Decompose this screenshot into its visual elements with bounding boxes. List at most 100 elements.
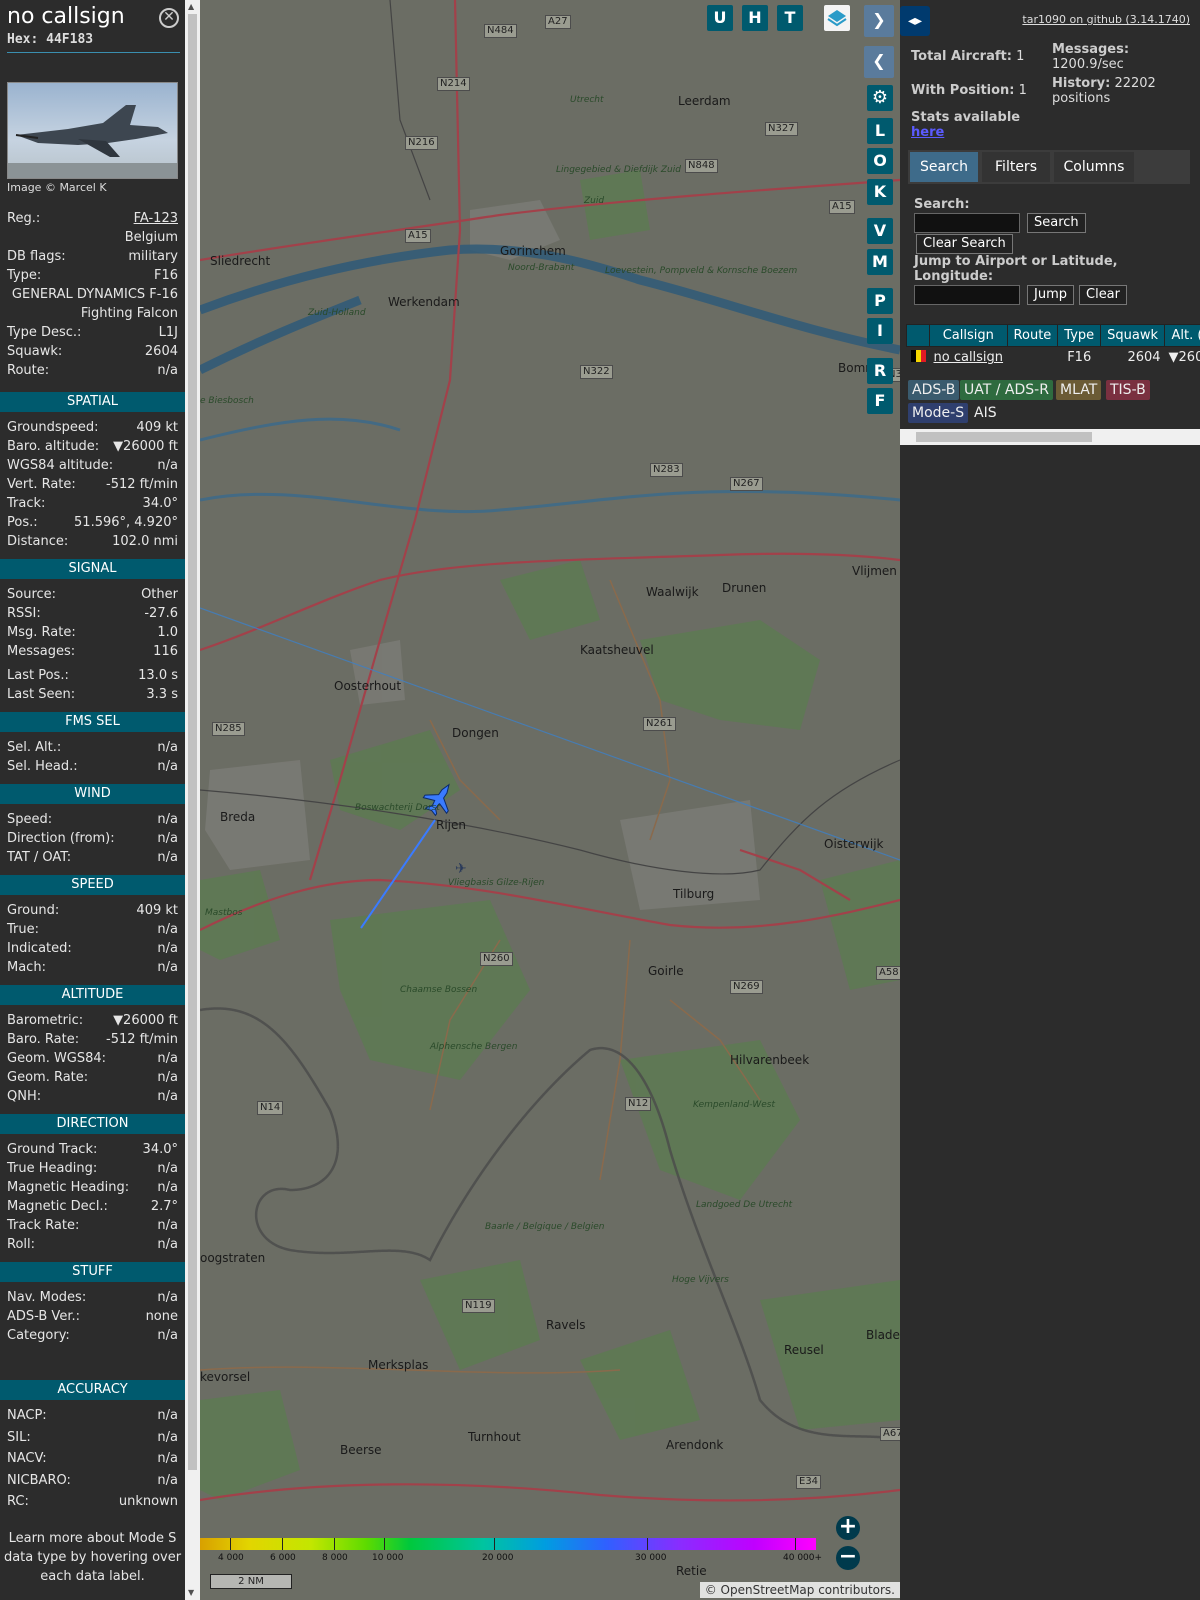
place-label: Drunen (722, 581, 767, 595)
column-type[interactable]: Type (1057, 324, 1102, 347)
source-chip[interactable]: ADS-B (908, 380, 960, 400)
info-label[interactable]: Roll: (7, 1237, 35, 1252)
info-label[interactable]: TAT / OAT: (7, 850, 71, 865)
registration-link[interactable]: FA-123 (134, 211, 178, 226)
panel-toggle-icon[interactable]: ◂▸ (900, 6, 930, 36)
source-chip[interactable]: UAT / ADS-R (960, 380, 1053, 400)
info-label[interactable]: Baro. Rate: (7, 1032, 79, 1047)
column-altitude[interactable]: Alt. (ft) (1164, 324, 1200, 347)
source-chip[interactable]: MLAT (1056, 380, 1102, 400)
info-value: -512 ft/min (106, 477, 178, 492)
info-label[interactable]: Nav. Modes: (7, 1290, 86, 1305)
info-label[interactable]: Groundspeed: (7, 420, 98, 435)
info-label[interactable]: Mach: (7, 960, 46, 975)
info-label[interactable]: SIL: (7, 1430, 31, 1445)
info-label[interactable]: Ground: (7, 903, 59, 918)
info-label[interactable]: Magnetic Decl.: (7, 1199, 108, 1214)
info-label[interactable]: Ground Track: (7, 1142, 97, 1157)
info-label[interactable]: WGS84 altitude: (7, 458, 113, 473)
info-label[interactable]: Vert. Rate: (7, 477, 76, 492)
scroll-down-icon[interactable]: ▼ (188, 1588, 194, 1597)
info-label[interactable]: Direction (from): (7, 831, 115, 846)
flag-column-header[interactable] (906, 324, 930, 347)
search-button[interactable]: Search (1027, 213, 1086, 233)
info-label[interactable]: QNH: (7, 1089, 41, 1104)
horizontal-scrollbar[interactable] (900, 429, 1200, 445)
toggle-v-button[interactable]: V (867, 218, 893, 244)
chevron-right-icon[interactable]: ❯ (864, 5, 894, 37)
scroll-thumb[interactable] (188, 14, 197, 1470)
toggle-f-button[interactable]: F (867, 388, 893, 414)
info-label[interactable]: RSSI: (7, 606, 41, 621)
stats-link[interactable]: here (911, 125, 944, 140)
info-label[interactable]: Sel. Head.: (7, 759, 78, 774)
jump-input[interactable] (914, 285, 1020, 305)
info-label[interactable]: Speed: (7, 812, 52, 827)
tab-columns[interactable]: Columns (1054, 152, 1134, 182)
source-chip[interactable]: Mode-S (908, 403, 969, 423)
info-label[interactable]: Last Seen: (7, 687, 75, 702)
github-link[interactable]: tar1090 on github (3.14.1740) (1022, 13, 1190, 26)
info-label[interactable]: Messages: (7, 644, 75, 659)
info-label[interactable]: Barometric: (7, 1013, 83, 1028)
column-route[interactable]: Route (1006, 324, 1059, 347)
settings-gear-icon[interactable]: ⚙ (867, 85, 893, 111)
toggle-r-button[interactable]: R (867, 358, 893, 384)
search-input[interactable] (914, 213, 1020, 233)
info-label[interactable]: Track Rate: (7, 1218, 79, 1233)
toggle-o-button[interactable]: O (867, 148, 893, 174)
jump-button[interactable]: Jump (1027, 285, 1074, 305)
tab-filters[interactable]: Filters (982, 152, 1050, 182)
info-label[interactable]: NACV: (7, 1451, 47, 1466)
toggle-l-button[interactable]: L (867, 118, 893, 144)
info-label[interactable]: Sel. Alt.: (7, 740, 61, 755)
source-chip[interactable]: AIS (970, 403, 1001, 423)
table-row[interactable]: no callsign F16 2604 ▼26000 (907, 347, 1200, 369)
cell-callsign[interactable]: no callsign (930, 347, 1008, 369)
info-label[interactable]: Source: (7, 587, 56, 602)
aircraft-photo[interactable] (7, 82, 178, 179)
map-attribution[interactable]: © OpenStreetMap contributors. (699, 1582, 900, 1598)
info-label[interactable]: Magnetic Heading: (7, 1180, 129, 1195)
clear-button[interactable]: Clear (1079, 285, 1127, 305)
scroll-thumb[interactable] (916, 432, 1092, 442)
toggle-m-button[interactable]: M (867, 249, 893, 275)
scroll-up-icon[interactable]: ▲ (188, 2, 194, 11)
info-row: Track: 34.0° (7, 496, 178, 514)
tab-search[interactable]: Search (910, 152, 978, 182)
info-label[interactable]: Last Pos.: (7, 668, 69, 683)
info-label[interactable]: ADS-B Ver.: (7, 1309, 80, 1324)
info-label[interactable]: True: (7, 922, 39, 937)
info-label[interactable]: True Heading: (7, 1161, 97, 1176)
info-label[interactable]: Baro. altitude: (7, 439, 99, 454)
toggle-k-button[interactable]: K (867, 179, 893, 205)
column-callsign[interactable]: Callsign (929, 324, 1008, 347)
toggle-p-button[interactable]: P (867, 288, 893, 314)
toggle-h-button[interactable]: H (742, 5, 768, 31)
column-squawk[interactable]: Squawk (1100, 324, 1166, 347)
zoom-out-button[interactable]: − (836, 1546, 860, 1570)
zoom-in-button[interactable]: + (836, 1516, 860, 1540)
layers-icon[interactable] (824, 5, 850, 31)
info-label[interactable]: Msg. Rate: (7, 625, 76, 640)
info-label[interactable]: Track: (7, 496, 45, 511)
clear-search-button[interactable]: Clear Search (916, 234, 1013, 254)
road-shield: N848 (685, 159, 718, 173)
info-label[interactable]: Pos.: (7, 515, 38, 530)
info-label[interactable]: NICBARO: (7, 1473, 71, 1488)
toggle-t-button[interactable]: T (777, 5, 803, 31)
info-label[interactable]: Geom. Rate: (7, 1070, 88, 1085)
info-label[interactable]: Distance: (7, 534, 68, 549)
info-label[interactable]: NACP: (7, 1408, 47, 1423)
close-icon[interactable]: ✕ (159, 8, 179, 28)
chevron-left-icon[interactable]: ❮ (864, 46, 894, 78)
source-chip[interactable]: TIS-B (1106, 380, 1150, 400)
info-label[interactable]: Geom. WGS84: (7, 1051, 106, 1066)
info-label[interactable]: RC: (7, 1494, 29, 1509)
toggle-i-button[interactable]: I (867, 318, 893, 344)
info-label[interactable]: Indicated: (7, 941, 72, 956)
info-scrollbar[interactable]: ▲ ▼ (185, 0, 200, 1600)
toggle-u-button[interactable]: U (707, 5, 733, 31)
map[interactable]: ✈ Gorinchem Sliedrecht Werkendam Leerdam Waa… (200, 0, 900, 1600)
info-label[interactable]: Category: (7, 1328, 70, 1343)
